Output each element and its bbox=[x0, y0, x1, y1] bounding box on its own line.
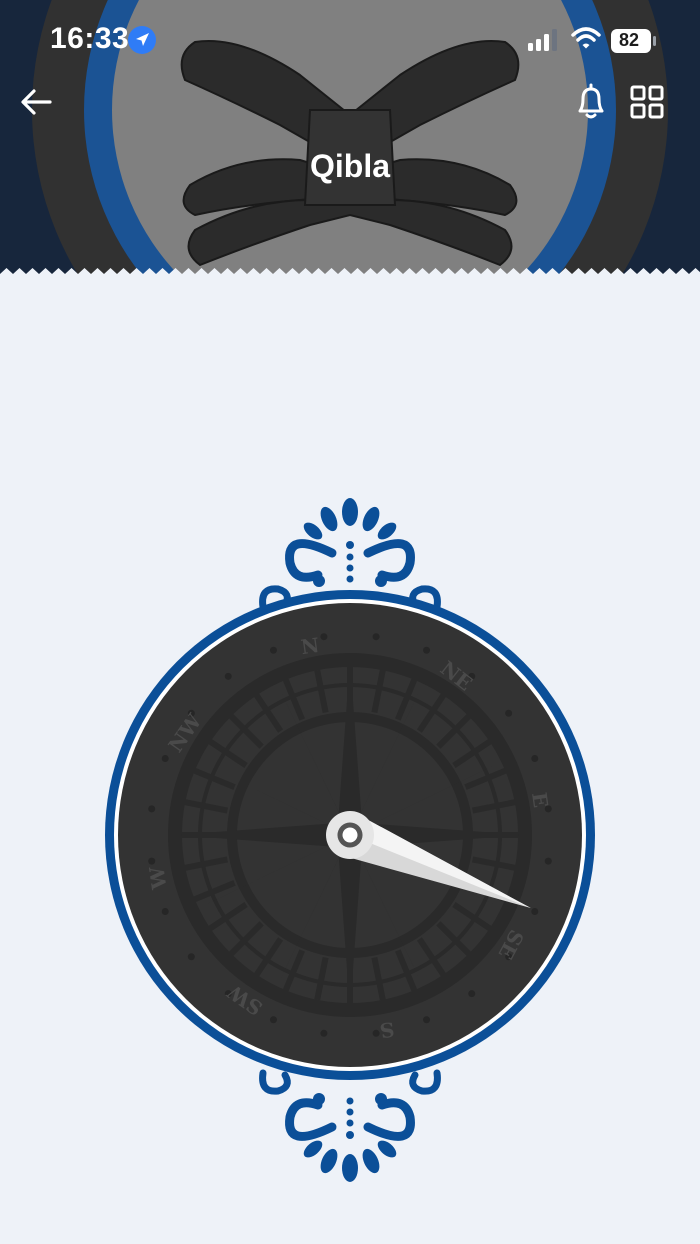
dial-dot bbox=[320, 1029, 328, 1037]
back-button[interactable] bbox=[18, 84, 54, 120]
header-scalloped-edge bbox=[0, 268, 700, 278]
dial-dot bbox=[544, 857, 552, 865]
dial-dot bbox=[148, 805, 156, 813]
battery-level-text: 82 bbox=[618, 30, 640, 50]
page-title: Qibla bbox=[309, 148, 390, 184]
dial-dot bbox=[468, 990, 476, 998]
dial-dot bbox=[505, 709, 513, 717]
wifi-icon bbox=[571, 27, 601, 49]
dial-dot bbox=[148, 857, 156, 865]
direction-n: N bbox=[299, 633, 320, 659]
dial-dot bbox=[161, 908, 169, 916]
dial-dot bbox=[187, 953, 195, 961]
location-arrow-icon bbox=[128, 26, 156, 54]
cellular-signal-icon bbox=[528, 29, 557, 51]
grid-icon bbox=[630, 85, 664, 119]
dial-dot bbox=[269, 1016, 277, 1024]
dial-dot bbox=[423, 1016, 431, 1024]
direction-w: W bbox=[144, 865, 171, 892]
bell-icon bbox=[578, 83, 604, 119]
dial-dot bbox=[161, 754, 169, 762]
qibla-compass: N NE E SE S SW W NW bbox=[105, 498, 595, 1182]
dial-dot bbox=[531, 908, 539, 916]
status-bar: 16:33 82 bbox=[0, 0, 700, 80]
compass-ornament-bottom bbox=[259, 1069, 441, 1182]
dial-dot bbox=[269, 646, 277, 654]
dial-dot bbox=[423, 646, 431, 654]
dial-dot bbox=[531, 754, 539, 762]
dial-dot bbox=[372, 633, 380, 641]
arrow-left-icon bbox=[21, 89, 52, 115]
menu-grid-button[interactable] bbox=[630, 85, 664, 119]
status-time: 16:33 bbox=[50, 22, 130, 55]
notifications-button[interactable] bbox=[572, 82, 610, 122]
dial-dot bbox=[372, 1029, 380, 1037]
dial-dot bbox=[320, 633, 328, 641]
dial-dot bbox=[224, 672, 232, 680]
